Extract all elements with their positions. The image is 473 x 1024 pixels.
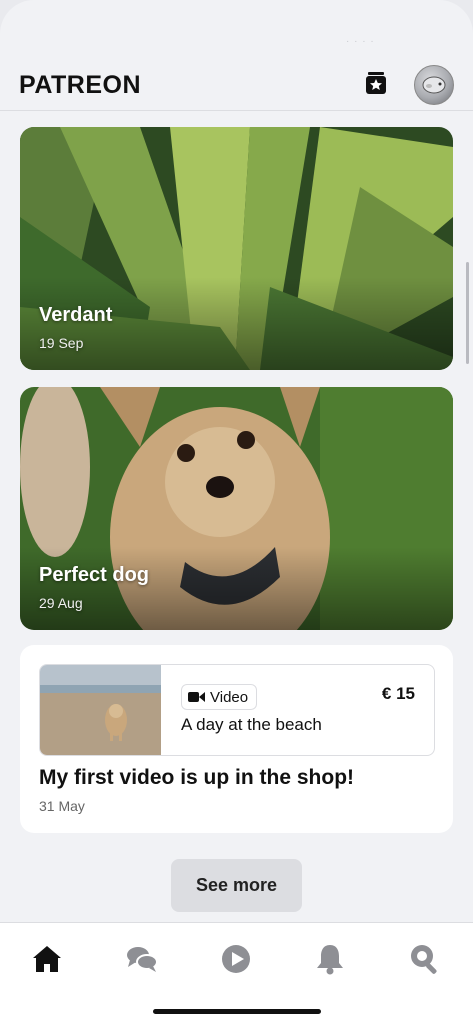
product-title: A day at the beach — [181, 715, 322, 734]
shop-post-card[interactable]: Video € 15 A day at the beach My first v… — [20, 645, 453, 833]
video-type-badge: Video — [181, 684, 258, 710]
post-title: Perfect dog — [39, 564, 150, 586]
product-price: € 15 — [381, 684, 415, 703]
chat-icon[interactable] — [124, 941, 160, 977]
bottom-tab-bar — [0, 922, 473, 1024]
home-icon[interactable] — [29, 941, 65, 977]
top-header: PATREON — [0, 56, 473, 111]
plant-image — [20, 127, 453, 370]
scrollbar[interactable] — [466, 262, 469, 364]
post-date: 31 May — [39, 798, 85, 814]
profile-avatar[interactable] — [414, 65, 454, 105]
piggy-avatar-icon — [422, 76, 446, 94]
bell-icon[interactable] — [312, 941, 348, 977]
post-date: 29 Aug — [39, 595, 83, 611]
home-indicator[interactable] — [153, 1009, 321, 1014]
play-icon[interactable] — [218, 941, 254, 977]
beach-thumbnail — [40, 665, 161, 755]
patreon-logo[interactable]: PATREON — [19, 71, 141, 100]
collection-star-icon[interactable] — [363, 70, 389, 96]
post-title: My first video is up in the shop! — [39, 766, 355, 789]
app-screen: · · · · PATREON Verdant 19 Sep Perfect d… — [0, 0, 473, 1024]
post-card-perfect-dog[interactable]: Perfect dog 29 Aug — [20, 387, 453, 630]
status-bar: · · · · — [346, 36, 375, 47]
post-card-verdant[interactable]: Verdant 19 Sep — [20, 127, 453, 370]
post-date: 19 Sep — [39, 335, 84, 351]
search-icon[interactable] — [406, 941, 442, 977]
product-type-label: Video — [210, 688, 249, 706]
dog-image — [20, 387, 453, 630]
post-title: Verdant — [39, 304, 113, 326]
video-camera-icon — [188, 692, 205, 702]
shop-product-item[interactable]: Video € 15 A day at the beach — [39, 664, 435, 756]
see-more-button[interactable]: See more — [171, 859, 302, 912]
